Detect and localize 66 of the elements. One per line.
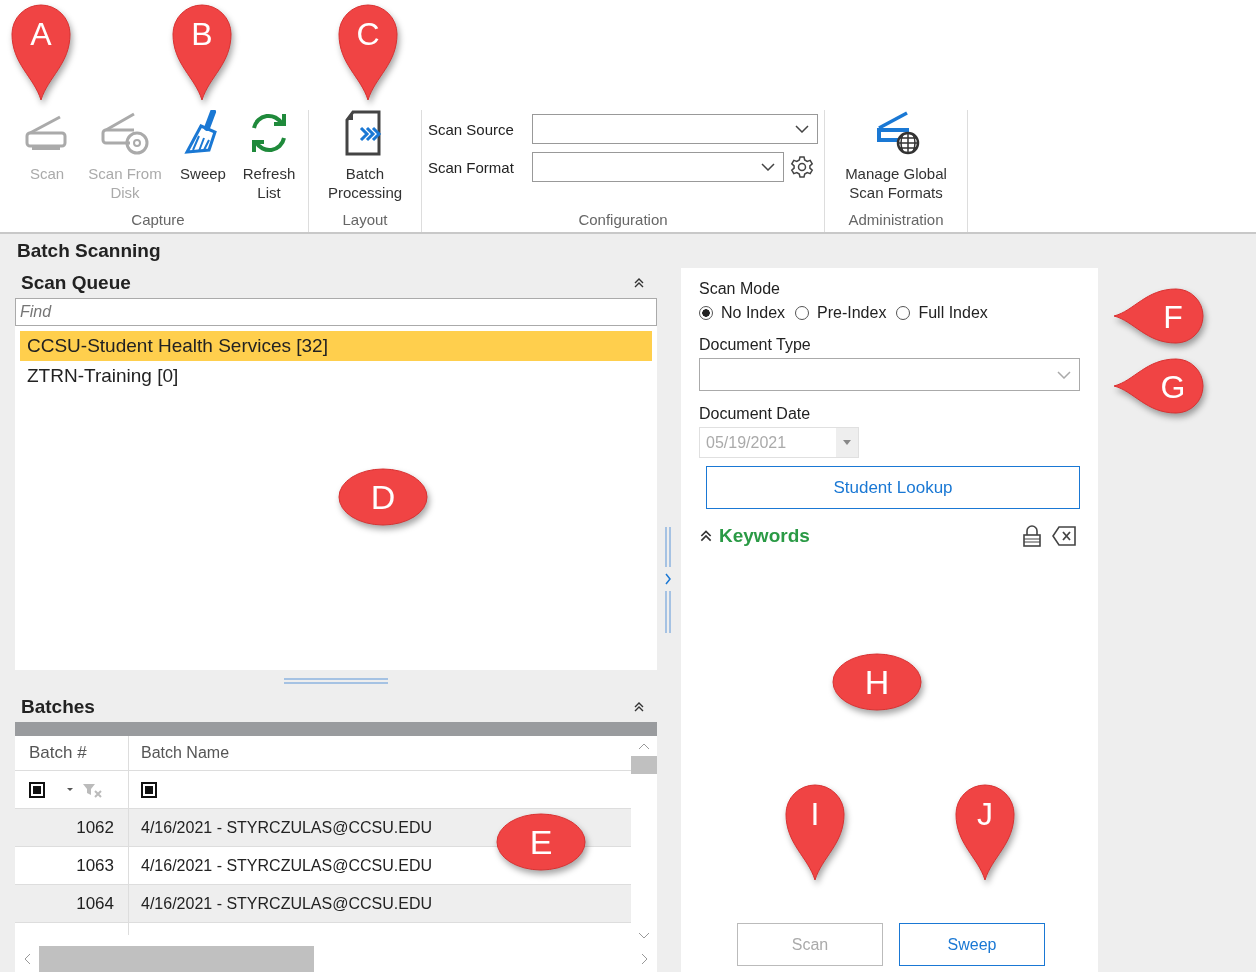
- lock-icon[interactable]: [1022, 525, 1042, 547]
- scroll-down-icon[interactable]: [638, 932, 650, 940]
- scroll-thumb[interactable]: [631, 756, 657, 774]
- radio-option[interactable]: No Index: [699, 304, 786, 322]
- field-label: Scan Format: [428, 158, 515, 176]
- dropdown-field[interactable]: [699, 358, 1080, 391]
- section-title: Keywords: [719, 525, 810, 547]
- chevron-down-icon: [1057, 370, 1071, 379]
- clear-icon[interactable]: [1052, 526, 1076, 546]
- search-field[interactable]: Find: [15, 298, 657, 326]
- queue-item[interactable]: ZTRN-Training [0]: [20, 361, 652, 391]
- callout-pin: B: [171, 2, 233, 102]
- field-label: Scan Mode: [699, 280, 781, 298]
- table-cell: 1064: [76, 893, 114, 914]
- action-button[interactable]: Sweep: [899, 923, 1045, 966]
- table-cell: 4/16/2021 - STYRCZULAS@CCSU.EDU: [141, 818, 432, 837]
- radio-option[interactable]: Pre-Index: [795, 304, 887, 322]
- group-label: Layout: [342, 211, 388, 228]
- dropdown-field[interactable]: [532, 152, 784, 182]
- ribbon-button[interactable]: Sweep: [172, 110, 234, 183]
- collapse-icon[interactable]: [699, 529, 713, 543]
- chevron-down-icon: [795, 125, 809, 133]
- ribbon-button[interactable]: Batch Processing: [317, 110, 413, 202]
- column-header[interactable]: Batch Name: [129, 736, 631, 770]
- callout-marker: E: [495, 812, 587, 872]
- panel-title: Batches: [21, 696, 95, 718]
- field-label: Document Date: [699, 405, 812, 423]
- field-label: Scan Source: [428, 120, 515, 138]
- ribbon-button[interactable]: Refresh List: [238, 110, 300, 202]
- scroll-left-icon[interactable]: [23, 953, 31, 965]
- column-header[interactable]: Batch #: [15, 736, 129, 770]
- callout-pin: A: [10, 2, 72, 102]
- table-cell: 4/16/2021 - STYRCZULAS@CCSU.EDU: [141, 894, 432, 913]
- group-label: Configuration: [578, 211, 668, 228]
- splitter-handle-icon[interactable]: [284, 678, 388, 684]
- table-cell: 1062: [76, 817, 114, 838]
- collapse-icon[interactable]: [633, 277, 645, 289]
- filter-checkbox[interactable]: [29, 781, 45, 798]
- page-title: Batch Scanning: [16, 240, 162, 262]
- group-label: Administration: [848, 211, 944, 228]
- queue-item[interactable]: CCSU-Student Health Services [32]: [20, 331, 652, 361]
- table-cell: 1063: [76, 855, 114, 876]
- scroll-right-icon[interactable]: [641, 953, 649, 965]
- scroll-thumb[interactable]: [39, 946, 314, 972]
- ribbon-button[interactable]: Manage Global Scan Formats: [833, 110, 959, 202]
- scanner-disc-icon: [100, 110, 150, 156]
- panel-title: Scan Queue: [21, 272, 131, 294]
- student-lookup-button[interactable]: Student Lookup: [706, 466, 1080, 509]
- splitter-handle-icon[interactable]: [664, 527, 674, 633]
- table-cell: 4/16/2021 - STYRCZULAS@CCSU.EDU: [141, 856, 432, 875]
- chevron-down-icon: [761, 163, 775, 171]
- scroll-up-icon[interactable]: [638, 742, 650, 750]
- table-row[interactable]: 1064 4/16/2021 - STYRCZULAS@CCSU.EDU: [15, 885, 631, 923]
- group-label: Capture: [131, 211, 185, 228]
- settings-icon[interactable]: [790, 155, 814, 179]
- filter-checkbox[interactable]: [141, 781, 157, 798]
- callout-pin: J: [954, 782, 1016, 882]
- collapse-icon[interactable]: [633, 701, 645, 713]
- dropdown-field[interactable]: [532, 114, 818, 144]
- clear-filter-icon[interactable]: [65, 781, 105, 798]
- radio-option[interactable]: Full Index: [896, 304, 988, 322]
- callout-pin: I: [784, 782, 846, 882]
- callout-marker: H: [831, 652, 923, 712]
- callout-pin: C: [337, 2, 399, 102]
- field-label: Document Type: [699, 336, 812, 354]
- callout-marker: D: [337, 467, 429, 527]
